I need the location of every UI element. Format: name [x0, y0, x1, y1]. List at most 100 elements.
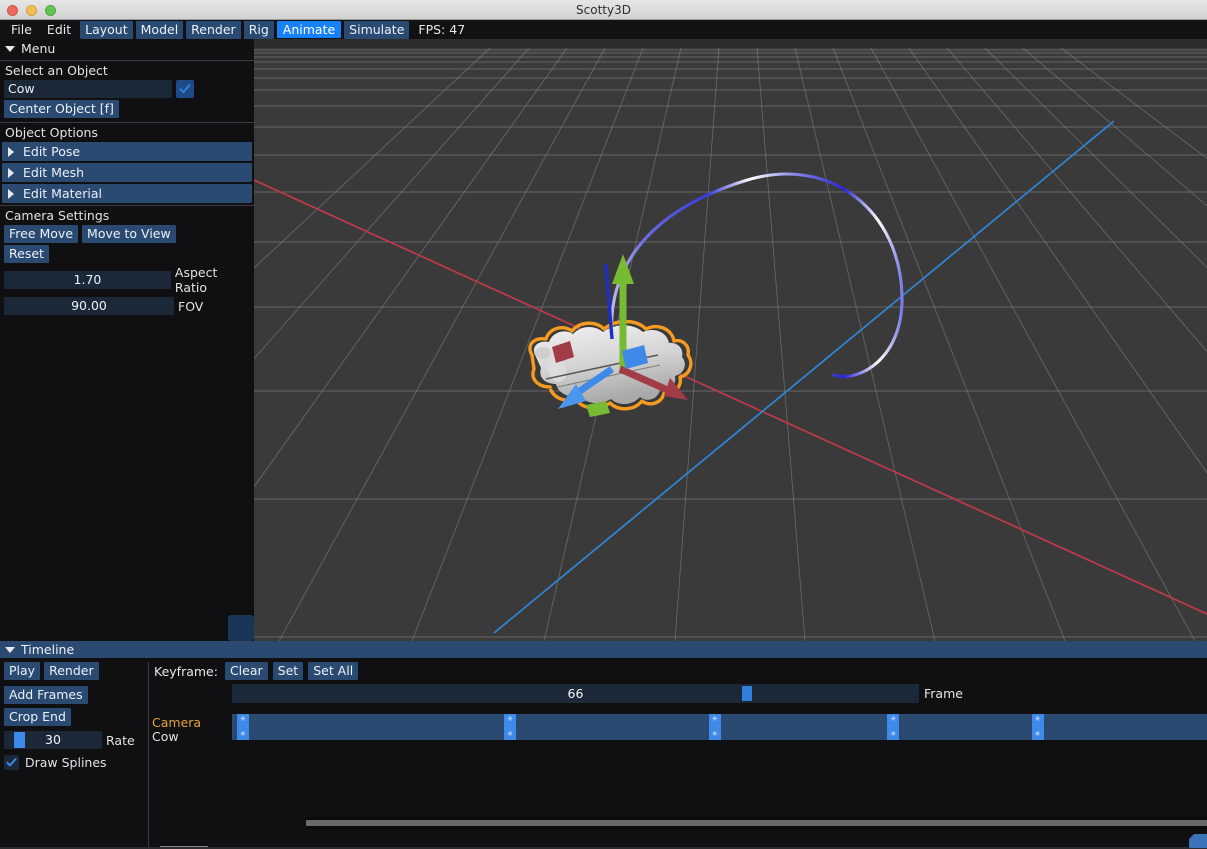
keyframe-marker[interactable]: ✳✳	[237, 714, 249, 740]
3d-viewport[interactable]	[254, 39, 1207, 641]
menu-render[interactable]: Render	[186, 21, 241, 39]
timeline-body: Play Render Add Frames Crop End 30 Rate	[0, 658, 1207, 849]
check-icon	[6, 757, 17, 768]
edit-pose-collapsible[interactable]: Edit Pose	[2, 142, 252, 161]
draw-splines-row[interactable]: Draw Splines	[0, 751, 148, 772]
center-object-row: Center Object [f]	[0, 100, 254, 120]
keyframe-clear-button[interactable]: Clear	[225, 662, 268, 680]
keyframe-glyph: ✳	[890, 716, 896, 723]
keyframe-glyph: ✳	[1035, 716, 1041, 723]
chevron-down-icon	[5, 647, 15, 653]
keyframe-set-all-button[interactable]: Set All	[308, 662, 358, 680]
keyframe-marker[interactable]: ✳✳	[504, 714, 516, 740]
edit-material-label: Edit Material	[23, 186, 102, 201]
fov-row: 90.00 FOV	[0, 297, 254, 317]
chevron-right-icon	[8, 189, 14, 199]
title-bar: Scotty3D	[0, 0, 1207, 20]
frame-caption: Frame	[924, 684, 963, 703]
track-name-list: Camera Cow	[152, 716, 228, 744]
chevron-down-icon	[5, 46, 15, 52]
select-object-row	[0, 80, 254, 100]
window-resize-handle[interactable]	[1189, 834, 1207, 848]
chevron-right-icon	[8, 168, 14, 178]
frame-slider[interactable]: 66	[232, 684, 919, 703]
keyframe-glyph: ✳	[240, 731, 246, 738]
timeline-panel-title: Timeline	[21, 642, 74, 657]
keyframe-track-lane[interactable]: ✳✳✳✳✳✳✳✳✳✳	[232, 714, 1207, 740]
camera-settings-label: Camera Settings	[0, 207, 254, 225]
cow-ear	[535, 347, 551, 359]
object-name-input[interactable]	[4, 80, 172, 98]
rate-label: Rate	[106, 733, 135, 748]
add-frames-button[interactable]: Add Frames	[4, 686, 88, 704]
aspect-ratio-input[interactable]: 1.70	[4, 271, 171, 289]
track-name-camera[interactable]: Camera	[152, 716, 228, 730]
menu-model[interactable]: Model	[136, 21, 184, 39]
fps-counter: FPS: 47	[418, 22, 465, 37]
track-name-cow[interactable]: Cow	[152, 730, 228, 744]
playback-row: Play Render	[0, 658, 148, 682]
timeline-controls: Play Render Add Frames Crop End 30 Rate	[0, 658, 148, 849]
rate-slider[interactable]: 30	[4, 731, 102, 749]
check-icon	[179, 83, 191, 95]
menu-edit[interactable]: Edit	[41, 21, 77, 38]
fov-input[interactable]: 90.00	[4, 297, 174, 315]
render-button[interactable]: Render	[44, 662, 99, 680]
object-visible-checkbox[interactable]	[176, 80, 194, 98]
keyframe-glyph: ✳	[507, 716, 513, 723]
keyframe-label: Keyframe:	[154, 664, 218, 679]
sidebar-resize-handle[interactable]	[228, 615, 254, 641]
fov-label: FOV	[178, 299, 203, 314]
keyframe-glyph: ✳	[1035, 731, 1041, 738]
crop-end-button[interactable]: Crop End	[4, 708, 71, 726]
menu-panel-title: Menu	[21, 41, 55, 56]
reset-camera-button[interactable]: Reset	[4, 245, 49, 263]
window-title: Scotty3D	[0, 0, 1207, 20]
menu-animate[interactable]: Animate	[277, 21, 341, 38]
crop-end-row: Crop End	[0, 706, 148, 728]
keyframe-glyph: ✳	[890, 731, 896, 738]
rate-row: 30 Rate	[0, 728, 148, 751]
divider	[148, 662, 149, 847]
object-options-label: Object Options	[0, 124, 254, 142]
menu-bar: File Edit Layout Model Render Rig Animat…	[0, 20, 1207, 39]
move-to-view-button[interactable]: Move to View	[82, 225, 176, 243]
menu-simulate[interactable]: Simulate	[344, 21, 409, 39]
viewport-scene	[254, 39, 1207, 641]
aspect-ratio-label: Aspect Ratio	[175, 265, 252, 295]
edit-mesh-collapsible[interactable]: Edit Mesh	[2, 163, 252, 182]
camera-move-buttons: Free Move Move to View	[0, 225, 254, 245]
divider	[0, 60, 254, 61]
menu-layout[interactable]: Layout	[80, 21, 133, 39]
menu-file[interactable]: File	[5, 21, 38, 38]
add-frames-row: Add Frames	[0, 682, 148, 706]
menu-rig[interactable]: Rig	[244, 21, 274, 39]
timeline-hscrollbar[interactable]	[306, 817, 1207, 829]
timeline-tracks-area: 66 Frame Camera Cow ✳✳✳✳✳✳✳✳✳✳	[152, 684, 1207, 849]
keyframe-marker[interactable]: ✳✳	[709, 714, 721, 740]
frame-value: 66	[232, 684, 919, 703]
edit-mesh-label: Edit Mesh	[23, 165, 84, 180]
play-button[interactable]: Play	[4, 662, 40, 680]
rate-value: 30	[4, 731, 102, 749]
center-object-button[interactable]: Center Object [f]	[4, 100, 119, 118]
keyframe-set-button[interactable]: Set	[273, 662, 304, 680]
left-sidebar: Menu Select an Object Center Object [f] …	[0, 39, 254, 641]
divider	[0, 205, 254, 206]
menu-panel-header[interactable]: Menu	[0, 39, 254, 58]
timeline-panel-header[interactable]: Timeline	[0, 641, 1207, 658]
edit-material-collapsible[interactable]: Edit Material	[2, 184, 252, 203]
keyframe-glyph: ✳	[240, 716, 246, 723]
draw-splines-label: Draw Splines	[25, 755, 107, 770]
free-move-button[interactable]: Free Move	[4, 225, 78, 243]
keyframe-glyph: ✳	[712, 731, 718, 738]
draw-splines-checkbox[interactable]	[4, 755, 19, 770]
keyframe-controls: Keyframe: Clear Set Set All	[154, 662, 358, 680]
keyframe-marker[interactable]: ✳✳	[887, 714, 899, 740]
app-window: Scotty3D File Edit Layout Model Render R…	[0, 0, 1207, 849]
divider	[0, 122, 254, 123]
timeline-panel: Timeline Play Render Add Frames Crop End	[0, 641, 1207, 849]
keyframe-marker[interactable]: ✳✳	[1032, 714, 1044, 740]
timeline-hscrollbar-thumb[interactable]	[306, 820, 1207, 826]
chevron-right-icon	[8, 147, 14, 157]
